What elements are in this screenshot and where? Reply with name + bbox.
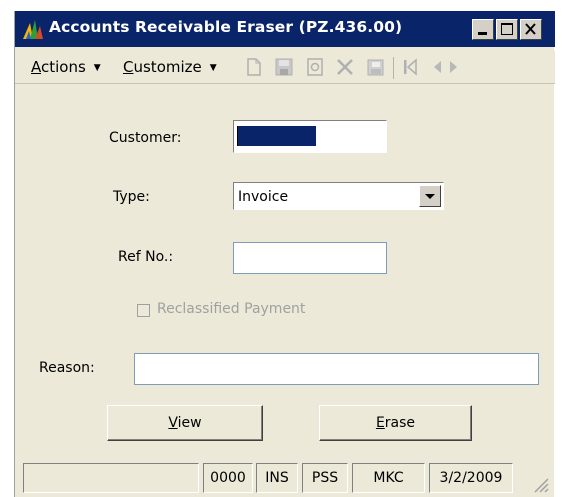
close-icon [525,23,536,35]
status-bar: 0000 INS PSS MKC 3/2/2009 [15,460,555,497]
next-record-icon[interactable] [448,57,458,77]
refno-input[interactable] [233,242,387,274]
type-label: Type: [113,189,150,205]
erase-label: rase [384,415,416,431]
customize-accel: C [123,58,134,76]
customize-label: ustomize [133,58,202,76]
status-panel-pss: PSS [302,463,348,493]
customer-input[interactable] [233,120,387,153]
title-bar[interactable]: Accounts Receivable Eraser (PZ.436.00) [15,11,555,47]
reason-input[interactable] [134,353,539,385]
copy-icon[interactable] [366,57,386,77]
type-dropdown-button[interactable] [419,185,441,207]
save-icon[interactable] [274,57,294,77]
customer-label: Customer: [109,130,182,146]
window-title: Accounts Receivable Eraser (PZ.436.00) [49,18,403,36]
minimize-icon [478,32,487,35]
view-accel: V [168,415,178,431]
reclassified-payment-label: Reclassified Payment [157,301,306,317]
actions-menu[interactable]: Actions ▼ [31,58,101,76]
actions-accel: A [31,58,41,76]
minimize-button[interactable] [472,19,494,40]
app-window: Accounts Receivable Eraser (PZ.436.00) A… [14,11,555,497]
status-panel-user: MKC [352,463,425,493]
refno-label: Ref No.: [118,249,174,265]
actions-label: ctions [41,58,86,76]
status-panel-ins: INS [256,463,298,493]
delete-icon[interactable] [335,57,355,77]
customize-menu[interactable]: Customize ▼ [123,58,217,76]
erase-accel: E [375,415,385,431]
toolbar: Actions ▼ Customize ▼ [15,51,555,84]
chevron-down-icon: ▼ [209,63,217,73]
chevron-down-icon [425,194,435,199]
customer-selection [238,126,316,146]
reason-label: Reason: [39,360,95,376]
refresh-icon[interactable] [305,57,325,77]
erase-button[interactable]: Erase [319,405,472,441]
status-panel-message [23,463,199,493]
previous-record-icon[interactable] [429,57,445,77]
maximize-button[interactable] [496,19,518,40]
app-logo-icon [23,20,43,39]
status-panel-code: 0000 [203,463,253,493]
chevron-down-icon: ▼ [93,63,101,73]
close-button[interactable] [520,19,542,40]
view-button[interactable]: View [107,405,263,441]
toolbar-separator [393,57,394,79]
first-record-icon[interactable] [401,57,419,77]
type-select-value: Invoice [238,189,289,205]
maximize-icon [501,23,513,35]
new-document-icon[interactable] [245,57,263,77]
reclassified-payment-checkbox[interactable] [137,304,150,317]
resize-grip-icon[interactable] [531,475,549,493]
view-label: iew [177,415,202,431]
type-select[interactable]: Invoice [233,182,444,210]
status-panel-date: 3/2/2009 [429,463,513,493]
